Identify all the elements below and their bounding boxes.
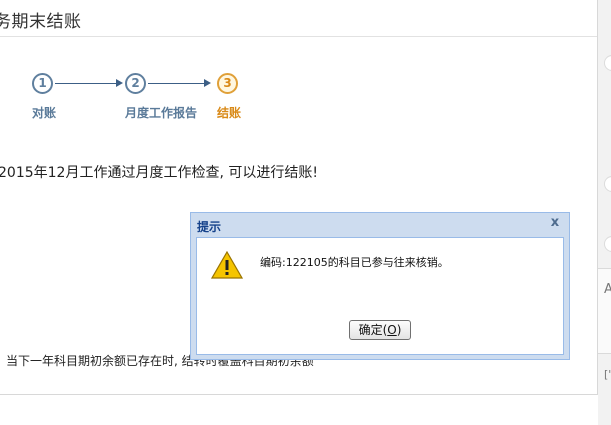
app-window: 务期末结账 A [' 1 2 3 对账 月度工作报告 结账 2015年12月工作… [0,0,611,425]
step-connector [55,83,117,84]
alert-dialog: 提示 x 编码:122105的科目已参与往来核销。 确定(O) [190,212,570,360]
ok-button[interactable]: 确定(O) [349,320,411,340]
side-panel-letter: [' [604,368,611,381]
status-message: 2015年12月工作通过月度工作检查, 可以进行结账! [0,165,318,181]
step-2-label[interactable]: 月度工作报告 [125,104,197,121]
arrow-right-icon [204,79,211,87]
dialog-title: 提示 [197,220,222,234]
step-connector [148,83,205,84]
dialog-header[interactable]: 提示 x [191,213,569,237]
step-3-circle[interactable]: 3 [217,73,238,94]
step-3-label[interactable]: 结账 [217,104,241,121]
step-2-circle[interactable]: 2 [125,73,146,94]
side-panel-letter: A [604,282,611,297]
dialog-message: 编码:122105的科目已参与往来核销。 [260,256,449,269]
warning-triangle-icon [211,251,243,279]
ok-button-suffix: ) [396,323,402,337]
arrow-right-icon [116,79,123,87]
ok-button-label: 确定( [358,323,388,337]
dialog-body: 编码:122105的科目已参与往来核销。 确定(O) [196,237,564,355]
ok-button-mnemonic: O [387,323,397,337]
step-1-circle[interactable]: 1 [32,73,53,94]
step-1-label[interactable]: 对账 [32,104,56,121]
close-icon[interactable]: x [548,216,562,230]
side-panel-input[interactable] [598,268,611,354]
